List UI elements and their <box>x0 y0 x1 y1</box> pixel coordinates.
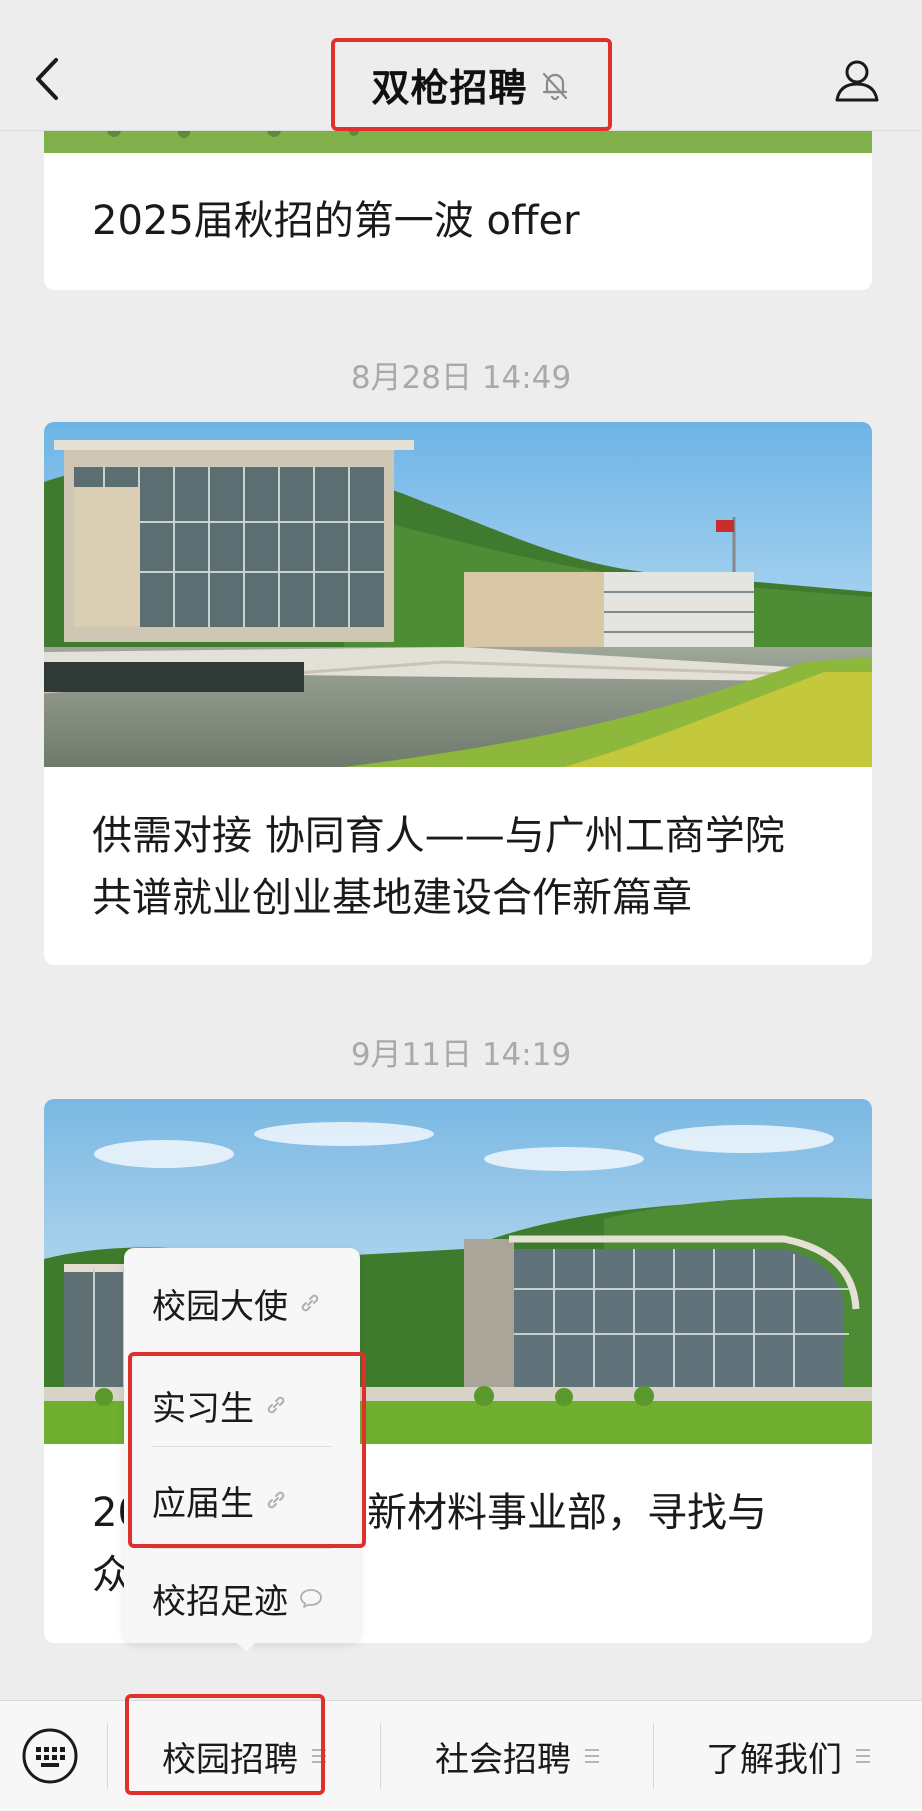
chevron-left-icon <box>36 58 58 100</box>
submenu-popup: 校园大使 实习生 应届生 校招足迹 <box>124 1248 360 1643</box>
menu-about-us[interactable]: 了解我们 <box>654 1701 922 1811</box>
person-icon <box>835 60 879 102</box>
link-icon <box>267 1491 285 1509</box>
profile-button[interactable] <box>832 55 882 105</box>
article-title-fragment: 新材料事业部，寻找与 <box>367 1490 767 1536</box>
submenu-item-label: 实习生 <box>152 1388 254 1429</box>
keyboard-toggle-button[interactable] <box>18 1716 82 1796</box>
submenu-item-campus-footprint[interactable]: 校招足迹 <box>124 1548 360 1648</box>
submenu-item-label: 应届生 <box>152 1483 254 1524</box>
submenu-item-intern[interactable]: 实习生 <box>124 1355 360 1455</box>
article-title: 2025届秋招的第一波 offer <box>92 198 580 244</box>
account-title: 双枪招聘 <box>331 38 612 131</box>
divider <box>152 1446 332 1447</box>
top-nav-bar: 双枪招聘 <box>0 0 922 131</box>
back-button[interactable] <box>22 48 72 110</box>
submenu-item-graduate[interactable]: 应届生 <box>124 1450 360 1550</box>
article-title-line: 供需对接 协同育人——与广州工商学院 <box>92 813 785 859</box>
chat-bubble-icon <box>300 1589 322 1608</box>
menu-label: 校园招聘 <box>162 1739 298 1780</box>
link-icon <box>301 1294 319 1312</box>
menu-social-recruitment[interactable]: 社会招聘 <box>381 1701 653 1811</box>
message-timestamp: 8月28日 14:49 <box>350 360 572 396</box>
article-title: 供需对接 协同育人——与广州工商学院 共谱就业创业基地建设合作新篇章 <box>44 805 833 929</box>
message-timestamp: 9月11日 14:19 <box>350 1037 572 1073</box>
menu-lines-icon <box>312 1749 326 1763</box>
menu-lines-icon <box>856 1749 870 1763</box>
link-icon <box>267 1396 285 1414</box>
menu-label: 社会招聘 <box>435 1739 571 1780</box>
article-thumbnail <box>44 422 872 767</box>
keyboard-icon <box>22 1728 78 1784</box>
submenu-item-label: 校园大使 <box>152 1286 288 1327</box>
submenu-pointer <box>232 1638 260 1652</box>
menu-lines-icon <box>585 1749 599 1763</box>
bell-muted-icon <box>538 68 572 102</box>
submenu-item-label: 校招足迹 <box>152 1581 288 1622</box>
submenu-item-campus-ambassador[interactable]: 校园大使 <box>124 1253 360 1353</box>
menu-campus-recruitment[interactable]: 校园招聘 <box>108 1701 380 1811</box>
article-title-line: 共谱就业创业基地建设合作新篇章 <box>92 875 692 921</box>
page-title: 双枪招聘 <box>371 66 528 110</box>
article-card[interactable]: 供需对接 协同育人——与广州工商学院 共谱就业创业基地建设合作新篇章 <box>44 422 872 965</box>
menu-label: 了解我们 <box>706 1739 842 1780</box>
bottom-menu-bar: 校园招聘 社会招聘 了解我们 <box>0 1700 922 1811</box>
